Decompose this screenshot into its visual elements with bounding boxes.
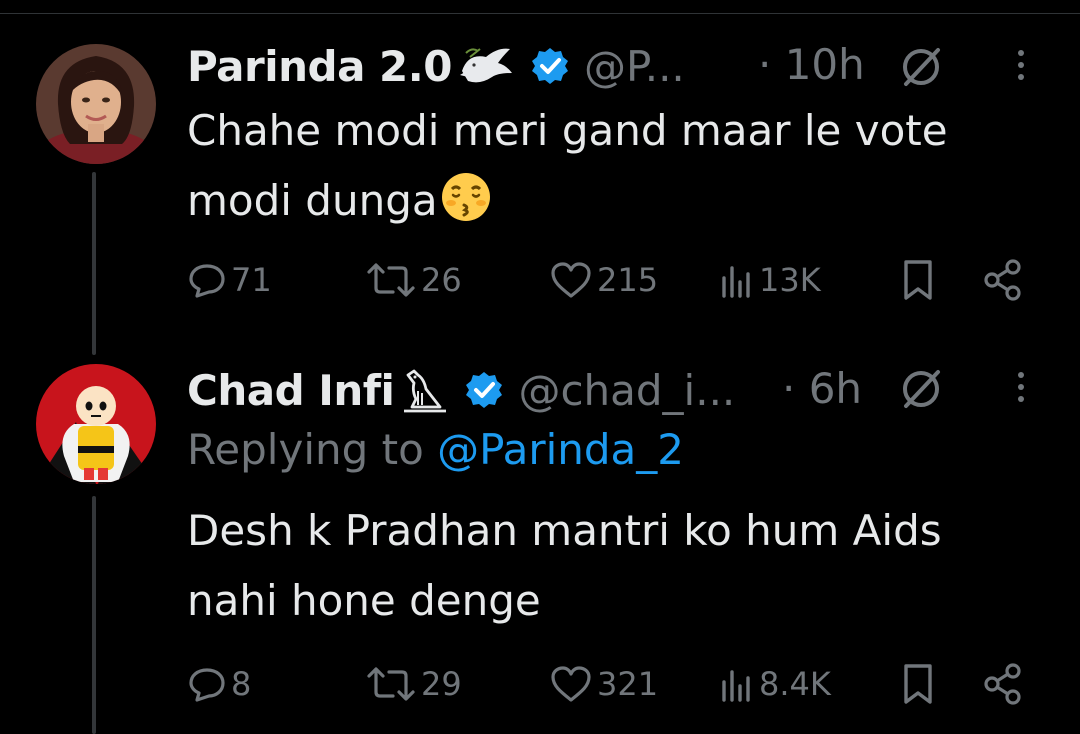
retweet-count: 29 bbox=[421, 665, 462, 703]
views-button[interactable]: 8.4K bbox=[719, 662, 831, 706]
reply-count: 71 bbox=[231, 261, 272, 299]
more-options-icon[interactable] bbox=[1018, 50, 1024, 80]
reply-count: 8 bbox=[231, 665, 252, 703]
display-name[interactable]: Parinda 2.0 bbox=[187, 42, 452, 91]
share-icon bbox=[984, 259, 1021, 301]
like-count: 321 bbox=[597, 665, 659, 703]
more-options-icon[interactable] bbox=[1018, 372, 1024, 402]
retweet-button[interactable]: 26 bbox=[365, 258, 462, 302]
avatar[interactable] bbox=[36, 44, 156, 164]
like-count: 215 bbox=[597, 261, 659, 299]
tweet-text-line: modi dunga bbox=[187, 176, 438, 225]
analytics-icon bbox=[722, 266, 750, 298]
handle[interactable]: @P... bbox=[584, 42, 685, 91]
share-button[interactable] bbox=[981, 258, 1025, 302]
handle[interactable]: @chad_i... bbox=[518, 366, 735, 415]
retweet-icon bbox=[367, 263, 415, 297]
avatar[interactable] bbox=[36, 364, 156, 484]
bookmark-button[interactable] bbox=[901, 258, 935, 302]
replying-to-mention[interactable]: @Parinda_2 bbox=[437, 425, 684, 474]
circle-slash-icon bbox=[898, 44, 944, 90]
tweet-text: Chahe modi meri gand maar le vote modi d… bbox=[187, 96, 1057, 244]
like-button[interactable]: 321 bbox=[549, 662, 658, 706]
top-divider bbox=[0, 13, 1080, 14]
like-button[interactable]: 215 bbox=[549, 258, 658, 302]
bookmark-icon bbox=[904, 664, 932, 704]
timestamp[interactable]: · 10h bbox=[758, 40, 865, 89]
tweet-text-line: nahi hone denge bbox=[187, 576, 541, 625]
analytics-icon bbox=[722, 670, 750, 702]
share-button[interactable] bbox=[981, 662, 1025, 706]
heart-icon bbox=[551, 666, 591, 702]
reply-button[interactable]: 8 bbox=[187, 662, 251, 706]
replying-to: Replying to @Parinda_2 bbox=[187, 425, 684, 474]
timestamp[interactable]: · 6h bbox=[782, 364, 862, 413]
tweet-actions: 71 26 215 13K bbox=[187, 258, 1047, 302]
view-count: 8.4K bbox=[759, 665, 831, 703]
bookmark-icon bbox=[904, 260, 932, 300]
verified-badge-icon bbox=[530, 46, 570, 86]
heart-icon bbox=[551, 262, 591, 298]
tweet-header: Chad Infi @chad_i... bbox=[187, 360, 735, 420]
view-count: 13K bbox=[759, 261, 821, 299]
kissing-face-icon bbox=[440, 171, 492, 244]
share-icon bbox=[984, 663, 1021, 705]
reply-icon bbox=[189, 264, 225, 298]
views-button[interactable]: 13K bbox=[719, 258, 821, 302]
dove-icon bbox=[458, 43, 514, 89]
circle-slash-icon bbox=[898, 366, 944, 412]
thread-connector bbox=[92, 172, 96, 355]
retweet-count: 26 bbox=[421, 261, 462, 299]
reply-icon bbox=[189, 668, 225, 702]
reply-button[interactable]: 71 bbox=[187, 258, 272, 302]
tweet-header: Parinda 2.0 @P... bbox=[187, 36, 685, 96]
bookmark-button[interactable] bbox=[901, 662, 935, 706]
bird-icon bbox=[400, 365, 450, 415]
tweet-text: Desh k Pradhan mantri ko hum Aids nahi h… bbox=[187, 496, 1057, 636]
display-name[interactable]: Chad Infi bbox=[187, 366, 395, 415]
thread-connector bbox=[92, 496, 96, 734]
tweet-text-line: Chahe modi meri gand maar le vote bbox=[187, 106, 948, 155]
retweet-button[interactable]: 29 bbox=[365, 662, 462, 706]
replying-to-label: Replying to bbox=[187, 425, 424, 474]
tweet-text-line: Desh k Pradhan mantri ko hum Aids bbox=[187, 506, 942, 555]
verified-badge-icon bbox=[464, 370, 504, 410]
tweet-actions: 8 29 321 8.4K bbox=[187, 662, 1047, 706]
retweet-icon bbox=[367, 667, 415, 701]
